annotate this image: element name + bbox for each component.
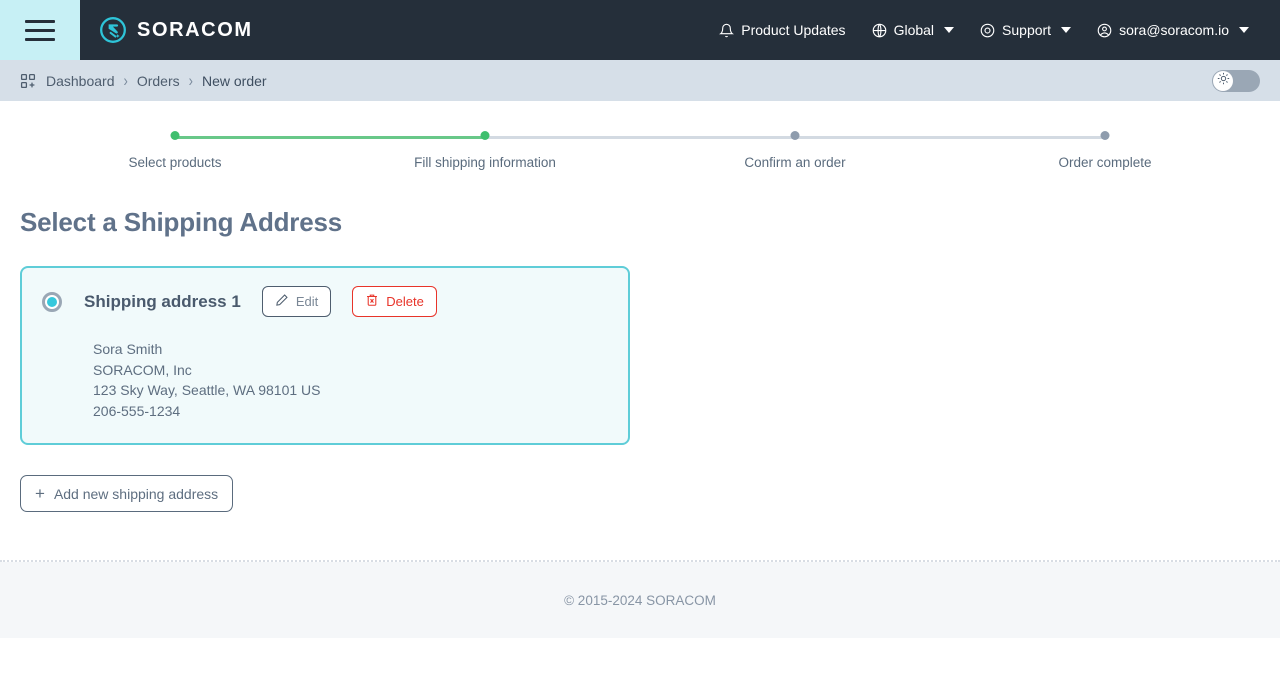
breadcrumb-separator: › [124,71,128,90]
breadcrumb-separator: › [189,71,193,90]
delete-address-label: Delete [386,294,424,309]
shipping-address-card-header: Shipping address 1 Edit Delet [42,286,608,317]
copyright-text: © 2015-2024 SORACOM [564,593,716,608]
trash-icon [365,293,379,310]
stepper-segment-1 [175,136,485,139]
radio-selected-dot [47,297,57,307]
stepper-label-order-complete: Order complete [1058,155,1151,170]
stepper-label-fill-shipping-information: Fill shipping information [414,155,556,170]
page-title: Select a Shipping Address [20,207,1260,238]
breadcrumb-item-orders[interactable]: Orders [137,73,180,89]
shipping-address-details: Sora Smith SORACOM, Inc 123 Sky Way, Sea… [93,339,608,421]
add-new-shipping-address-label: Add new shipping address [54,486,218,502]
nav-label: Support [1002,22,1051,38]
shipping-address-card[interactable]: Shipping address 1 Edit Delet [20,266,630,445]
globe-icon [872,23,887,38]
address-line-name: Sora Smith [93,339,608,360]
page-footer: © 2015-2024 SORACOM [0,562,1280,638]
stepper-dot-3[interactable] [791,131,800,140]
nav-label: Global [894,22,934,38]
address-line-company: SORACOM, Inc [93,360,608,381]
theme-toggle[interactable] [1212,70,1260,92]
shipping-address-radio[interactable] [42,292,62,312]
nav-product-updates[interactable]: Product Updates [706,14,858,46]
hamburger-menu-icon[interactable] [0,0,80,60]
nav-account[interactable]: sora@soracom.io [1084,14,1262,46]
chevron-down-icon [944,27,954,33]
hamburger-bar [25,29,55,32]
stepper-dot-2[interactable] [481,131,490,140]
nav-global[interactable]: Global [859,14,967,46]
plus-icon: + [35,485,45,502]
order-progress-stepper: Select products Fill shipping informatio… [20,125,1260,187]
account-email: sora@soracom.io [1119,22,1229,38]
edit-address-button[interactable]: Edit [262,286,331,317]
chevron-down-icon [1239,27,1249,33]
nav-label: Product Updates [741,22,845,38]
brand-logo[interactable]: SORACOM [99,16,253,44]
edit-address-label: Edit [296,294,318,309]
breadcrumb-item-new-order: New order [202,73,267,89]
breadcrumb-item-dashboard[interactable]: Dashboard [46,73,115,89]
add-new-shipping-address-button[interactable]: + Add new shipping address [20,475,233,512]
brand-name: SORACOM [137,19,253,42]
shipping-address-title: Shipping address 1 [84,292,241,312]
address-line-phone: 206-555-1234 [93,401,608,422]
stepper-dot-4[interactable] [1101,131,1110,140]
theme-toggle-knob [1213,71,1233,91]
stepper-segment-3 [795,136,1105,139]
hamburger-bar [25,38,55,41]
breadcrumb: Dashboard › Orders › New order [20,73,267,89]
top-nav: Product Updates Global Support [706,14,1280,46]
sun-icon [1217,72,1230,90]
soracom-logo-icon [99,16,127,44]
top-header-bar: SORACOM Product Updates Global [0,0,1280,60]
stepper-dot-1[interactable] [171,131,180,140]
address-line-street: 123 Sky Way, Seattle, WA 98101 US [93,380,608,401]
stepper-label-select-products: Select products [128,155,221,170]
main-content: Select products Fill shipping informatio… [0,125,1280,584]
bell-icon [719,23,734,38]
user-circle-icon [1097,23,1112,38]
hamburger-bar [25,20,55,23]
chevron-down-icon [1061,27,1071,33]
stepper-segment-2 [485,136,795,139]
stepper-track [20,136,1260,139]
stepper-label-confirm-an-order: Confirm an order [744,155,845,170]
lifebuoy-icon [980,23,995,38]
nav-support[interactable]: Support [967,14,1084,46]
delete-address-button[interactable]: Delete [352,286,437,317]
pencil-icon [275,293,289,310]
dashboard-grid-icon [20,73,37,89]
breadcrumb-bar: Dashboard › Orders › New order [0,60,1280,101]
